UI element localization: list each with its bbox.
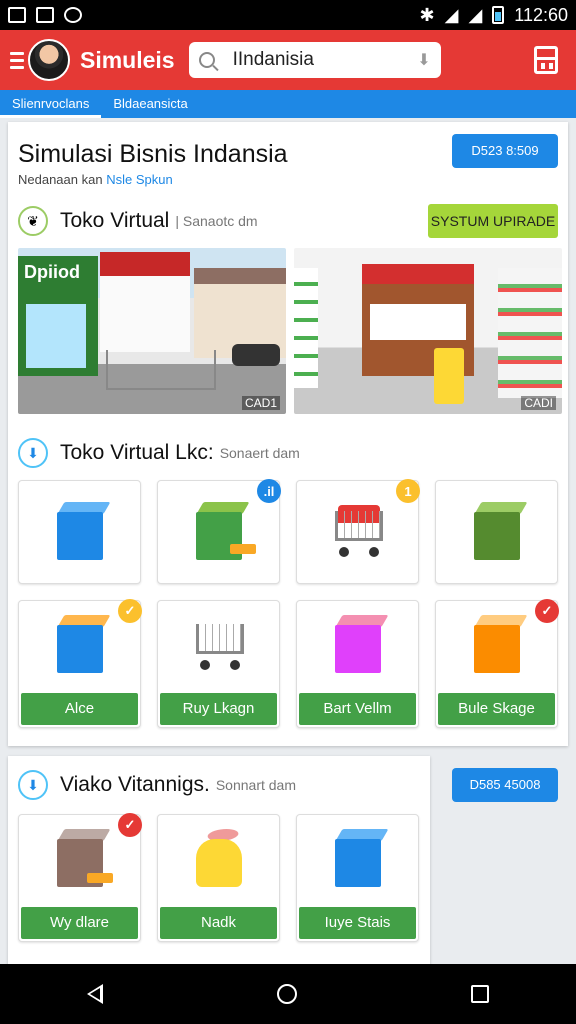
section-title: Toko Virtual Lkc: <box>60 441 214 464</box>
subtitle: Nedanaan kan Nsle Spkun <box>18 172 173 187</box>
pink-box-icon <box>327 613 389 675</box>
shelf-left <box>294 268 318 388</box>
shop-bag-icon: ⬇ <box>18 438 48 468</box>
product-tile[interactable]: ✓ Alce <box>18 599 142 728</box>
blue-box-icon <box>49 500 111 562</box>
product-tile[interactable]: Ruy Lkagn <box>157 600 280 728</box>
tile-label: Nadk <box>160 907 277 939</box>
product-tile[interactable]: .il <box>157 479 281 584</box>
avatar[interactable] <box>28 39 70 81</box>
secondary-card: ⬇ Viako Vitannigs. Sonnart dam ✓ Wy dlar… <box>8 756 430 966</box>
product-tile[interactable] <box>18 480 141 584</box>
check-badge-icon: ✓ <box>535 599 559 623</box>
store-icon[interactable] <box>534 46 558 74</box>
photo-tag: CADI <box>521 396 556 410</box>
section-subtitle: | Sanaotc dm <box>175 213 258 229</box>
product-tile[interactable]: Iuye Stais <box>296 814 419 942</box>
search-bar[interactable]: ⬇ <box>188 42 441 78</box>
tab-slienrvoclans[interactable]: Slienrvoclans <box>0 90 102 118</box>
product-grid-2: ✓ Wy dlare Nadk Iuye Stais <box>18 813 419 942</box>
section-subtitle: Sonaert dam <box>219 445 300 461</box>
product-tile[interactable]: Bart Vellm <box>296 600 419 728</box>
store-exterior-photo[interactable]: Dpiiod CAD1 <box>18 248 286 414</box>
store-leaf-icon: ❦ <box>18 206 48 236</box>
notification-icon <box>36 7 54 23</box>
tile-label: Bart Vellm <box>299 693 416 725</box>
box-money-icon <box>49 827 113 889</box>
tile-label: Ruy Lkagn <box>160 693 277 725</box>
notification-icon <box>8 7 26 23</box>
tile-label: Wy dlare <box>21 907 138 939</box>
home-icon[interactable] <box>277 984 297 1004</box>
subtitle-prefix: Nedanaan kan <box>18 172 103 187</box>
notification-icons <box>8 7 82 23</box>
bluetooth-icon: ✱ <box>419 4 435 25</box>
box-stack-icon <box>49 613 111 675</box>
product-tile[interactable]: ✓ Bule Skage <box>435 599 559 728</box>
section-subtitle: Sonnart dam <box>215 777 297 793</box>
carts <box>106 350 216 390</box>
search-icon <box>198 52 215 68</box>
back-icon[interactable] <box>87 984 103 1004</box>
green-box-icon <box>466 500 528 562</box>
product-tile[interactable] <box>435 480 558 584</box>
cat-figure-icon <box>188 827 250 889</box>
app-title: Simuleis <box>80 46 175 73</box>
tile-badge: .il <box>257 479 281 503</box>
page-title: Simulasi Bisnis Indansia <box>18 140 288 168</box>
product-tile[interactable]: Nadk <box>157 814 280 942</box>
product-tile[interactable]: 1 <box>296 479 420 584</box>
tab-bldaeansicta[interactable]: Bldaeansicta <box>101 90 199 118</box>
battery-icon <box>492 6 505 24</box>
main-card: Simulasi Bisnis Indansia Nedanaan kan Ns… <box>8 122 568 746</box>
check-badge-icon: ✓ <box>118 813 142 837</box>
tile-label: Iuye Stais <box>299 907 416 939</box>
top-action-button[interactable]: D523 8:509 <box>452 134 558 168</box>
storefront-red <box>100 252 190 352</box>
tile-label: Alce <box>21 693 138 725</box>
product-grid: .il 1 ✓ Alce Ruy Lkagn Bart Vellm ✓ Bule… <box>18 479 559 728</box>
check-badge-icon: ✓ <box>118 599 142 623</box>
orange-box-icon <box>466 613 528 675</box>
search-input[interactable] <box>232 49 383 71</box>
tab-strip: Slienrvoclans Bldaeansicta <box>0 90 576 118</box>
section-title: Viako Vitannigs. <box>60 773 210 796</box>
green-box-money-icon <box>188 500 256 562</box>
notification-icon <box>64 7 82 23</box>
section-viako-header: ⬇ Viako Vitannigs. Sonnart dam <box>18 770 296 800</box>
car <box>232 344 280 366</box>
tile-label: Bule Skage <box>438 693 555 725</box>
product-tile[interactable]: ✓ Wy dlare <box>18 813 142 942</box>
photo-tag: CAD1 <box>241 396 280 410</box>
hamburger-menu-icon[interactable] <box>10 51 24 69</box>
system-upgrade-button[interactable]: SYSTUM UPIRADE <box>428 204 558 238</box>
store-interior-photo[interactable]: CADI <box>294 248 562 414</box>
shop-sign: Dpiiod <box>24 262 80 282</box>
section-toko-virtual-lkc-header: ⬇ Toko Virtual Lkc: Sonaert dam <box>18 438 300 468</box>
section-toko-virtual-header: ❦ Toko Virtual | Sanaotc dm <box>18 206 258 236</box>
cart-can-icon <box>186 614 252 674</box>
shop-bag-icon: ⬇ <box>18 770 48 800</box>
app-bar: Simuleis ⬇ <box>0 30 576 90</box>
navigation-bar <box>0 964 576 1024</box>
shelf-right <box>498 268 562 398</box>
signal-icon: ◢ <box>468 4 483 25</box>
subtitle-link[interactable]: Nsle Spkun <box>106 172 172 187</box>
status-bar: ✱ ◢ ◢ 112:60 <box>0 0 576 30</box>
blue-box-icon <box>327 827 389 889</box>
shopfront: Dpiiod <box>18 256 98 376</box>
card2-action-button[interactable]: D585 45008 <box>452 768 558 802</box>
tile-badge: 1 <box>396 479 420 503</box>
section-title: Toko Virtual <box>60 209 170 232</box>
microphone-icon[interactable]: ⬇ <box>417 50 430 70</box>
yellow-bin <box>434 348 464 404</box>
wifi-icon: ◢ <box>444 4 459 25</box>
shopping-cart-icon <box>325 501 391 561</box>
recent-apps-icon[interactable] <box>471 985 489 1003</box>
clock: 112:60 <box>514 4 568 25</box>
